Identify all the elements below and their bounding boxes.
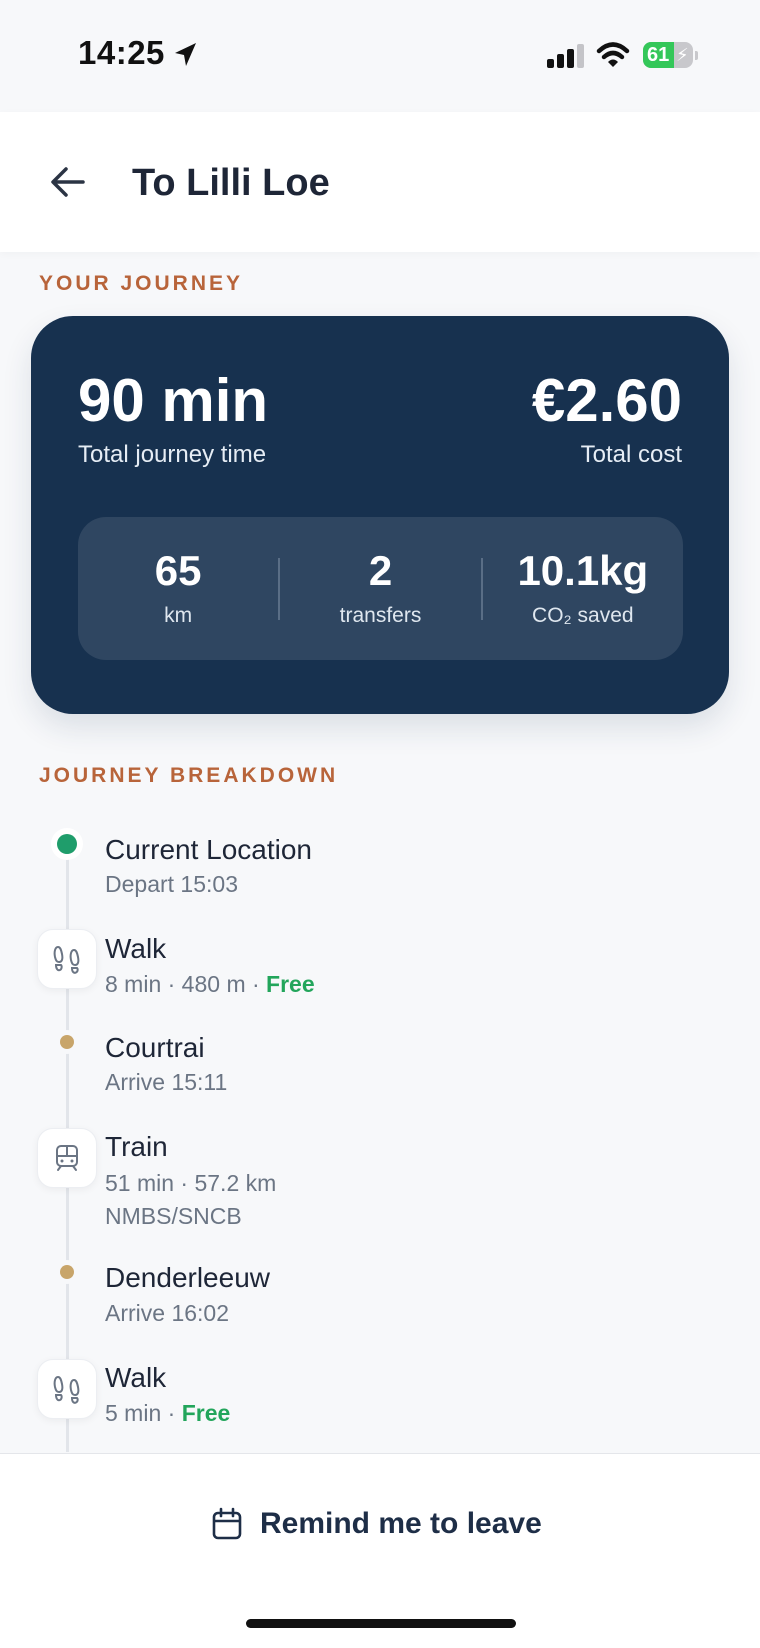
back-button[interactable] <box>46 160 90 204</box>
total-duration: 90 min <box>78 367 269 434</box>
remind-me-label: Remind me to leave <box>260 1507 542 1540</box>
total-cost: €2.60 <box>531 367 682 434</box>
step-title-stop: Denderleeuw <box>105 1262 270 1293</box>
cellular-signal-icon <box>547 44 584 68</box>
total-cost-label: Total cost <box>580 441 682 468</box>
wifi-icon <box>596 42 630 67</box>
stat-co2: 10.1kg CO₂ saved <box>483 517 683 660</box>
walk-step-icon-box <box>37 929 97 989</box>
stat-value: 2 <box>368 547 393 594</box>
train-icon <box>56 1145 78 1171</box>
journey-stats: 65 km 2 transfers 10.1kg CO₂ saved <box>78 517 683 660</box>
walk-step-icon-box <box>37 1359 97 1419</box>
charging-bolt-icon: ⚡ <box>676 45 689 65</box>
stat-value: 10.1kg <box>517 547 649 594</box>
status-time: 14:25 <box>78 34 165 71</box>
battery-percent: 61 <box>647 44 670 66</box>
stat-label: CO₂ saved <box>532 604 634 627</box>
footsteps-icon <box>53 945 80 974</box>
total-duration-label: Total journey time <box>78 441 267 468</box>
step-walk-details: 8 min · 480 m · Free <box>105 971 315 998</box>
origin-dot <box>57 834 77 854</box>
location-arrow-icon <box>175 43 196 66</box>
stop-dot <box>60 1035 74 1049</box>
remind-me-button[interactable]: Remind me to leave <box>210 1494 542 1554</box>
walk-duration: 5 min · <box>105 1400 182 1426</box>
arrow-left-icon <box>51 167 85 197</box>
footsteps-icon <box>53 1375 80 1404</box>
stat-label: transfers <box>339 604 422 627</box>
screen: 14:25 61 ⚡ To Lilli Loe YOUR JOURNEY 90 … <box>0 0 760 1648</box>
stat-label: km <box>164 604 193 627</box>
page-title: To Lilli Loe <box>132 162 330 204</box>
step-title-walk: Walk <box>105 1362 167 1393</box>
step-arrive-time: Arrive 15:11 <box>105 1069 228 1095</box>
calendar-icon <box>212 1507 242 1540</box>
battery-indicator: 61 ⚡ <box>643 40 698 70</box>
stat-transfers: 2 transfers <box>280 517 480 660</box>
journey-summary-card: 90 min Total journey time €2.60 Total co… <box>31 316 729 714</box>
step-title-origin: Current Location <box>105 834 313 865</box>
step-train-operator: NMBS/SNCB <box>105 1203 242 1229</box>
free-badge: Free <box>266 971 315 997</box>
walk-duration-distance: 8 min · 480 m · <box>105 971 267 997</box>
step-title-train: Train <box>105 1131 168 1162</box>
home-indicator[interactable] <box>246 1619 516 1628</box>
step-train-details: 51 min · 57.2 km <box>105 1170 277 1196</box>
status-bar: 14:25 61 ⚡ <box>0 0 760 112</box>
journey-breakdown-label: JOURNEY BREAKDOWN <box>39 764 339 787</box>
header: To Lilli Loe <box>0 112 760 252</box>
step-walk-details: 5 min · Free <box>105 1400 230 1427</box>
stat-value: 65 <box>154 547 202 594</box>
stop-dot <box>60 1265 74 1279</box>
train-step-icon-box <box>37 1128 97 1188</box>
step-arrive-time: Arrive 16:02 <box>105 1300 230 1326</box>
step-title-stop: Courtrai <box>105 1032 205 1063</box>
step-depart-time: Depart 15:03 <box>105 871 238 897</box>
your-journey-label: YOUR JOURNEY <box>39 272 244 295</box>
bottom-action-bar: Remind me to leave <box>0 1453 760 1648</box>
step-title-walk: Walk <box>105 933 167 964</box>
stat-distance: 65 km <box>78 517 278 660</box>
free-badge: Free <box>181 1400 231 1426</box>
